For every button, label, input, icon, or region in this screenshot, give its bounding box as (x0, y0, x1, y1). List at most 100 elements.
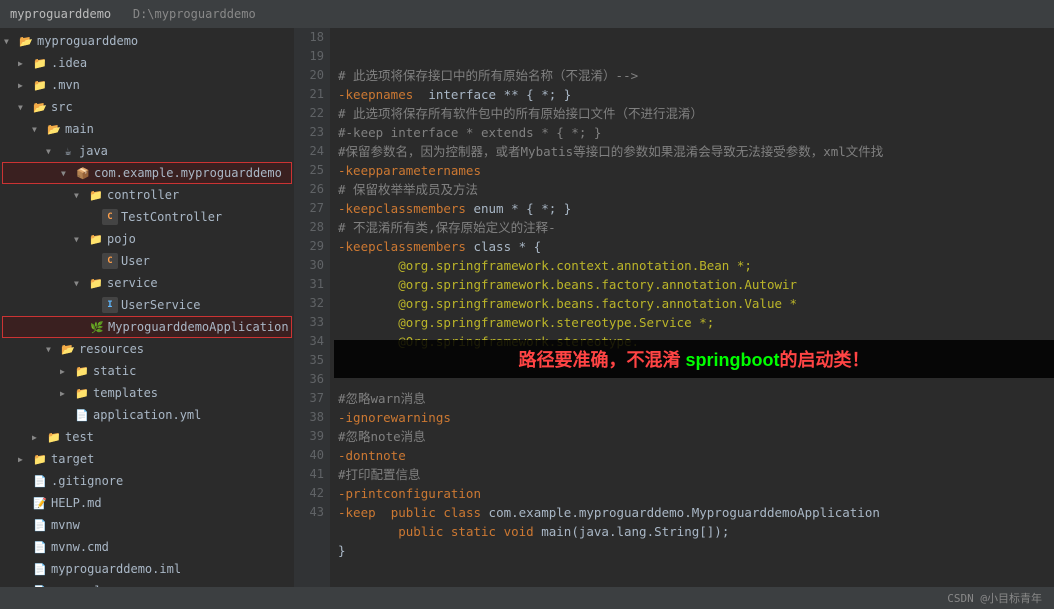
sidebar-item-resources[interactable]: ▼📂resources (0, 338, 294, 360)
line-number: 20 (294, 66, 324, 85)
class-icon: C (102, 253, 118, 269)
yml-icon: 📄 (74, 407, 90, 423)
sidebar-item-main[interactable]: ▼📂main (0, 118, 294, 140)
sidebar-item-pom-xml[interactable]: 📄pom.xml (0, 580, 294, 587)
sidebar-item-HELP-md[interactable]: 📝HELP.md (0, 492, 294, 514)
arrow-icon: ▼ (74, 235, 86, 244)
sidebar-item-UserService[interactable]: IUserService (0, 294, 294, 316)
xml-icon: 📄 (32, 561, 48, 577)
item-label: service (107, 276, 158, 290)
file-tree[interactable]: ▼📂myproguarddemo▶📁.idea▶📁.mvn▼📂src▼📂main… (0, 28, 294, 587)
line-number: 33 (294, 313, 324, 332)
sidebar-item-idea[interactable]: ▶📁.idea (0, 52, 294, 74)
folder-open-icon: 📂 (32, 99, 48, 115)
code-line: @org.springframework.beans.factory.annot… (338, 294, 1054, 313)
sidebar-item-TestController[interactable]: CTestController (0, 206, 294, 228)
line-number: 19 (294, 47, 324, 66)
item-label: User (121, 254, 150, 268)
item-label: main (65, 122, 94, 136)
code-line: # 保留枚举举成员及方法 (338, 180, 1054, 199)
line-number: 34 (294, 332, 324, 351)
line-number: 24 (294, 142, 324, 161)
line-number: 37 (294, 389, 324, 408)
mvn-icon: 📄 (32, 539, 48, 555)
arrow-icon: ▶ (32, 433, 44, 442)
line-number: 23 (294, 123, 324, 142)
folder-open-icon: 📂 (46, 121, 62, 137)
folder-icon: 📁 (88, 231, 104, 247)
item-label: .gitignore (51, 474, 123, 488)
sidebar-item-gitignore[interactable]: 📄.gitignore (0, 470, 294, 492)
folder-icon: 📁 (32, 55, 48, 71)
git-icon: 📄 (32, 473, 48, 489)
line-number: 42 (294, 484, 324, 503)
item-label: test (65, 430, 94, 444)
code-line: # 不混淆所有类,保存原始定义的注释- (338, 218, 1054, 237)
sidebar-item-com-pkg[interactable]: ▼📦com.example.myproguarddemo (2, 162, 292, 184)
watermark: CSDN @小目标青年 (947, 590, 1042, 606)
code-content[interactable]: # 此选项将保存接口中的所有原始名称（不混淆）-->-keepnames int… (330, 28, 1054, 587)
code-line (338, 370, 1054, 389)
code-line: # 此选项将保存接口中的所有原始名称（不混淆）--> (338, 66, 1054, 85)
sidebar-item-mvnw-cmd[interactable]: 📄mvnw.cmd (0, 536, 294, 558)
item-label: java (79, 144, 108, 158)
code-line: # 此选项将保存所有软件包中的所有原始接口文件（不进行混淆） (338, 104, 1054, 123)
item-label: myproguarddemo (37, 34, 138, 48)
code-line: #打印配置信息 (338, 465, 1054, 484)
line-number: 25 (294, 161, 324, 180)
code-line: -keep public class com.example.myproguar… (338, 503, 1054, 522)
line-number: 22 (294, 104, 324, 123)
folder-icon: 📁 (32, 77, 48, 93)
code-line: -ignorewarnings (338, 408, 1054, 427)
arrow-icon: ▼ (18, 103, 30, 112)
sidebar-item-target[interactable]: ▶📁target (0, 448, 294, 470)
sidebar-item-MyproguarddemoApplication[interactable]: 🌿MyproguarddemoApplication (2, 316, 292, 338)
arrow-icon: ▼ (46, 345, 58, 354)
java-icon: ☕ (60, 143, 76, 159)
line-numbers: 1819202122232425262728293031323334353637… (294, 28, 330, 587)
item-label: com.example.myproguarddemo (94, 166, 282, 180)
sidebar-item-controller[interactable]: ▼📁controller (0, 184, 294, 206)
sidebar-item-root[interactable]: ▼📂myproguarddemo (0, 30, 294, 52)
code-line: #保留参数名，因为控制器，或者Mybatis等接口的参数如果混淆会导致无法接受参… (338, 142, 1054, 161)
sidebar-item-service[interactable]: ▼📁service (0, 272, 294, 294)
sidebar-item-src[interactable]: ▼📂src (0, 96, 294, 118)
sidebar-item-templates[interactable]: ▶📁templates (0, 382, 294, 404)
sidebar-item-pojo[interactable]: ▼📁pojo (0, 228, 294, 250)
code-line: -keepnames interface ** { *; } (338, 85, 1054, 104)
sidebar-item-java[interactable]: ▼☕java (0, 140, 294, 162)
code-line: @org.springframework.beans.factory.annot… (338, 275, 1054, 294)
line-number: 26 (294, 180, 324, 199)
arrow-icon: ▼ (32, 125, 44, 134)
line-number: 43 (294, 503, 324, 522)
item-label: target (51, 452, 94, 466)
code-line: public static void main(java.lang.String… (338, 522, 1054, 541)
code-line: -dontnote (338, 446, 1054, 465)
item-label: mvnw.cmd (51, 540, 109, 554)
class-icon: C (102, 209, 118, 225)
sidebar-item-mvnw[interactable]: 📄mvnw (0, 514, 294, 536)
line-number: 41 (294, 465, 324, 484)
interface-icon: I (102, 297, 118, 313)
arrow-icon: ▼ (61, 169, 73, 178)
item-label: pojo (107, 232, 136, 246)
sidebar-item-mvn[interactable]: ▶📁.mvn (0, 74, 294, 96)
sidebar-item-application-yml[interactable]: 📄application.yml (0, 404, 294, 426)
line-number: 35 (294, 351, 324, 370)
sidebar-item-myproguarddemo-iml[interactable]: 📄myproguarddemo.iml (0, 558, 294, 580)
arrow-icon: ▶ (18, 59, 30, 68)
sidebar-item-User[interactable]: CUser (0, 250, 294, 272)
item-label: static (93, 364, 136, 378)
folder-icon: 📁 (32, 451, 48, 467)
sidebar-item-static[interactable]: ▶📁static (0, 360, 294, 382)
line-number: 31 (294, 275, 324, 294)
line-number: 32 (294, 294, 324, 313)
sidebar-item-test[interactable]: ▶📁test (0, 426, 294, 448)
folder-icon: 📁 (88, 275, 104, 291)
item-label: HELP.md (51, 496, 102, 510)
code-line: @org.springframework.context.annotation.… (338, 256, 1054, 275)
item-label: MyproguarddemoApplication (108, 320, 289, 334)
line-number: 18 (294, 28, 324, 47)
line-number: 40 (294, 446, 324, 465)
project-name: myproguarddemo (10, 7, 111, 21)
